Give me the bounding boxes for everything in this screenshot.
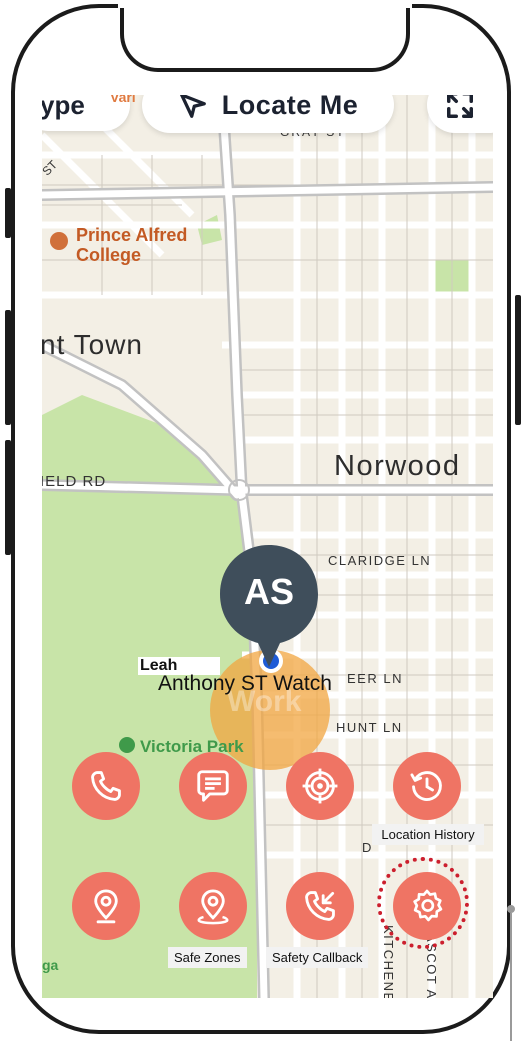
- volume-up-button: [5, 310, 11, 425]
- location-history-label: Location History: [372, 824, 484, 845]
- map-label-claridge-ln: CLARIDGE LN: [328, 553, 432, 568]
- phone-notch: [120, 2, 410, 72]
- locate-me-label: Locate Me: [221, 95, 359, 120]
- safety-callback-button[interactable]: [286, 872, 354, 940]
- map-label-field-rd: IELD RD: [42, 473, 107, 490]
- message-button[interactable]: [179, 752, 247, 820]
- map-label-hunt-ln: HUNT LN: [336, 720, 403, 735]
- phone-icon: [91, 771, 121, 801]
- safe-zones-button[interactable]: [179, 872, 247, 940]
- map-label-town: nt Town: [42, 329, 143, 360]
- app-screen: GRAY ST ST Prince Alfred College nt Town…: [42, 95, 493, 998]
- mute-switch: [5, 188, 11, 238]
- power-button: [515, 295, 521, 425]
- device-name-label: Anthony ST Watch: [158, 672, 332, 695]
- callout-dot: [507, 905, 515, 913]
- notch-top: [118, 0, 412, 8]
- location-button[interactable]: [72, 872, 140, 940]
- device-initials: AS: [243, 571, 294, 612]
- settings-highlight-ring: [377, 857, 469, 949]
- park-icon: [119, 737, 135, 753]
- call-button[interactable]: [72, 752, 140, 820]
- track-button[interactable]: [286, 752, 354, 820]
- callout-line: [510, 913, 512, 1041]
- safe-zones-icon: [197, 889, 229, 925]
- message-icon: [197, 770, 229, 802]
- navigation-arrow-icon: [179, 95, 206, 118]
- type-fragment: ype: [42, 95, 85, 120]
- map-label-prince-alfred: Prince Alfred: [76, 225, 188, 245]
- small-park: [430, 260, 472, 292]
- locate-me-button[interactable]: Locate Me: [142, 95, 394, 133]
- device-avatar-pin[interactable]: AS: [218, 543, 320, 669]
- map-label-ga: ga: [42, 957, 59, 973]
- map-label-beer-ln: EER LN: [347, 671, 403, 686]
- map-label-d: D: [362, 840, 372, 855]
- history-icon: [410, 771, 442, 801]
- expand-icon: [447, 95, 473, 118]
- location-pin-icon: [94, 889, 118, 924]
- target-icon: [302, 768, 338, 804]
- safety-callback-icon: [305, 891, 335, 921]
- volume-down-button: [5, 440, 11, 555]
- college-icon: [50, 232, 68, 250]
- location-history-button[interactable]: [393, 752, 461, 820]
- map-label-norwood: Norwood: [334, 450, 461, 482]
- map-label-victoria-park: Victoria Park: [140, 737, 244, 756]
- map-label-college: College: [76, 245, 142, 265]
- safety-callback-label: Safety Callback: [266, 947, 369, 968]
- safe-zones-label: Safe Zones: [168, 947, 247, 968]
- vari-fragment: Vari: [110, 95, 136, 105]
